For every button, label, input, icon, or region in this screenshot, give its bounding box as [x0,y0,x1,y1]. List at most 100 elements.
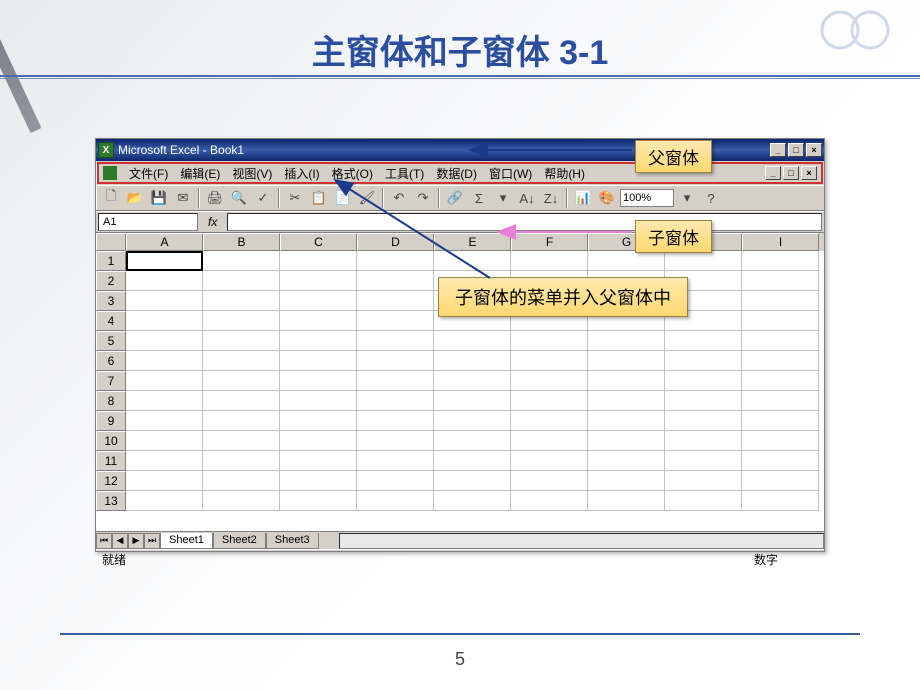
copy-icon[interactable]: 📋 [308,187,330,209]
row-header[interactable]: 13 [96,491,126,511]
help-icon[interactable]: ? [700,187,722,209]
col-header[interactable]: C [280,233,357,251]
menu-help[interactable]: 帮助(H) [538,165,591,182]
cell[interactable] [203,271,280,291]
dropdown-icon[interactable]: ▾ [492,187,514,209]
cell[interactable] [357,411,434,431]
menu-insert[interactable]: 插入(I) [278,165,325,182]
cell[interactable] [280,391,357,411]
cell[interactable] [357,291,434,311]
cell[interactable] [434,431,511,451]
cell[interactable] [203,471,280,491]
col-header[interactable]: I [742,233,819,251]
cell[interactable] [511,451,588,471]
cell[interactable] [357,491,434,511]
cell[interactable] [665,251,742,271]
print-icon[interactable]: 🖨 [204,187,226,209]
sort-asc-icon[interactable]: A↓ [516,187,538,209]
cell[interactable] [126,271,203,291]
paste-icon[interactable]: 📄 [332,187,354,209]
restore-button[interactable]: □ [788,143,804,157]
row-header[interactable]: 7 [96,371,126,391]
open-icon[interactable]: 📂 [124,187,146,209]
formula-input[interactable] [227,213,822,231]
cell[interactable] [511,431,588,451]
row-header[interactable]: 4 [96,311,126,331]
cell[interactable] [434,251,511,271]
cell[interactable] [588,451,665,471]
cell[interactable] [742,271,819,291]
row-header[interactable]: 11 [96,451,126,471]
cell[interactable] [126,411,203,431]
sheet-tab[interactable]: Sheet1 [160,533,213,549]
close-button[interactable]: × [806,143,822,157]
cell[interactable] [742,291,819,311]
cell[interactable] [203,431,280,451]
cell[interactable] [126,391,203,411]
cell[interactable] [511,351,588,371]
cell[interactable] [511,251,588,271]
cell[interactable] [511,331,588,351]
cell[interactable] [280,431,357,451]
row-header[interactable]: 6 [96,351,126,371]
cell[interactable] [280,451,357,471]
row-header[interactable]: 1 [96,251,126,271]
col-header[interactable]: D [357,233,434,251]
sheet-tab[interactable]: Sheet2 [213,533,266,549]
cell[interactable] [126,371,203,391]
cell[interactable] [126,351,203,371]
cell[interactable] [665,371,742,391]
cell[interactable] [511,491,588,511]
child-restore-button[interactable]: □ [783,166,799,180]
cell[interactable] [742,431,819,451]
minimize-button[interactable]: _ [770,143,786,157]
cell[interactable] [126,431,203,451]
col-header[interactable]: F [511,233,588,251]
cell[interactable] [588,371,665,391]
cell[interactable] [665,391,742,411]
cell[interactable] [665,471,742,491]
row-header[interactable]: 9 [96,411,126,431]
cell[interactable] [203,251,280,271]
new-icon[interactable]: 🗋 [100,187,122,209]
menu-format[interactable]: 格式(O) [326,165,379,182]
cell[interactable] [203,331,280,351]
cell[interactable] [280,351,357,371]
select-all-corner[interactable] [96,233,126,251]
row-header[interactable]: 3 [96,291,126,311]
sheet-tab[interactable]: Sheet3 [266,533,319,549]
cell[interactable] [203,451,280,471]
cell[interactable] [588,471,665,491]
row-header[interactable]: 2 [96,271,126,291]
cell[interactable] [665,331,742,351]
menu-tools[interactable]: 工具(T) [379,165,430,182]
tab-next-icon[interactable]: ▶ [128,533,144,549]
cell[interactable] [357,251,434,271]
zoom-combo[interactable]: 100% [620,189,674,207]
tab-first-icon[interactable]: ⏮ [96,533,112,549]
preview-icon[interactable]: 🔍 [228,187,250,209]
child-close-button[interactable]: × [801,166,817,180]
cell[interactable] [742,391,819,411]
cell[interactable] [357,331,434,351]
undo-icon[interactable]: ↶ [388,187,410,209]
cell[interactable] [280,331,357,351]
cell[interactable] [434,491,511,511]
sort-desc-icon[interactable]: Z↓ [540,187,562,209]
row-header[interactable]: 12 [96,471,126,491]
col-header[interactable]: E [434,233,511,251]
drawing-icon[interactable]: 🎨 [596,187,618,209]
cell[interactable] [588,391,665,411]
cell[interactable] [203,291,280,311]
cell[interactable] [203,491,280,511]
cell[interactable] [126,331,203,351]
cell[interactable] [126,291,203,311]
menu-view[interactable]: 视图(V) [226,165,278,182]
child-minimize-button[interactable]: _ [765,166,781,180]
cell[interactable] [588,351,665,371]
menu-edit[interactable]: 编辑(E) [174,165,226,182]
cell[interactable] [588,411,665,431]
cell[interactable] [280,491,357,511]
row-header[interactable]: 10 [96,431,126,451]
redo-icon[interactable]: ↷ [412,187,434,209]
